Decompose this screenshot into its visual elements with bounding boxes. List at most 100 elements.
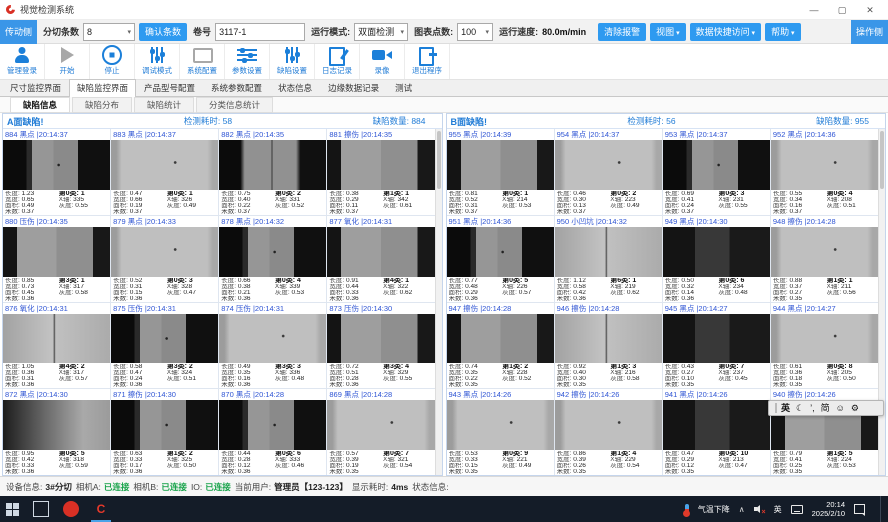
defect-cell[interactable]: 943 黑点 |20:14:26 长度: 0.53 宽度: 0.33 面积: 0… (447, 389, 554, 475)
defect-image[interactable] (555, 227, 662, 277)
defect-image[interactable] (219, 314, 326, 364)
maximize-button[interactable]: ▢ (828, 1, 856, 19)
defect-cell[interactable]: 880 压伤 |20:14:35 长度: 0.85 宽度: 0.73 面积: 0… (3, 216, 110, 302)
defect-image[interactable] (111, 314, 218, 364)
defect-cell[interactable]: 883 黑点 |20:14:37 长度: 0.47 宽度: 0.66 面积: 0… (111, 129, 218, 215)
defect-cell[interactable]: 955 黑点 |20:14:39 长度: 0.81 宽度: 0.52 面积: 0… (447, 129, 554, 215)
sub-tab[interactable]: 缺陷统计 (134, 97, 194, 113)
defect-cell[interactable]: 874 压伤 |20:14:31 长度: 0.49 宽度: 0.35 面积: 0… (219, 303, 326, 389)
defect-image[interactable] (447, 400, 554, 450)
show-desktop-button[interactable] (880, 496, 884, 522)
ime-settings-button[interactable]: ⚙ (851, 401, 859, 415)
defect-image[interactable] (219, 400, 326, 450)
defect-cell[interactable]: 941 黑点 |20:14:26 长度: 0.47 宽度: 0.29 面积: 0… (663, 389, 770, 475)
input-language-indicator[interactable]: 英 (774, 504, 782, 515)
taskbar-active-app-icon[interactable]: C (93, 501, 109, 517)
main-tab[interactable]: 边缘数据记录 (320, 79, 387, 96)
ime-halfwidth-toggle[interactable]: ☾ (796, 401, 804, 415)
ime-drag-handle[interactable] (775, 403, 777, 413)
action-button[interactable]: 日志记录 (315, 44, 360, 79)
defect-image[interactable] (327, 227, 434, 277)
defect-image[interactable] (219, 227, 326, 277)
defect-cell[interactable]: 869 黑点 |20:14:28 长度: 0.57 宽度: 0.39 面积: 0… (327, 389, 434, 475)
main-tab[interactable]: 尺寸监控界面 (2, 79, 69, 96)
sub-tab[interactable]: 缺陷分布 (72, 97, 132, 113)
defect-cell[interactable]: 871 擦伤 |20:14:30 长度: 0.63 宽度: 0.33 面积: 0… (111, 389, 218, 475)
close-button[interactable]: ✕ (856, 1, 884, 19)
panel-a-scrollbar[interactable] (435, 129, 442, 475)
defect-cell[interactable]: 953 黑点 |20:14:37 长度: 0.69 宽度: 0.41 面积: 0… (663, 129, 770, 215)
defect-cell[interactable]: 875 压伤 |20:14:31 长度: 0.58 宽度: 0.47 面积: 0… (111, 303, 218, 389)
data-quick-access-menu-button[interactable]: 数据快捷访问 (690, 23, 761, 41)
start-button[interactable] (6, 503, 19, 516)
ime-punctuation-toggle[interactable]: ’, (810, 401, 815, 415)
defect-cell[interactable]: 944 黑点 |20:14:27 长度: 0.61 宽度: 0.36 面积: 0… (771, 303, 878, 389)
weather-text[interactable]: 气温下降 (698, 504, 730, 515)
main-tab[interactable]: 状态信息 (270, 79, 320, 96)
help-menu-button[interactable]: 帮助 (765, 23, 800, 41)
keyboard-icon[interactable] (791, 505, 803, 514)
thermometer-icon[interactable] (685, 504, 689, 515)
defect-cell[interactable]: 878 黑点 |20:14:32 长度: 0.66 宽度: 0.38 面积: 0… (219, 216, 326, 302)
defect-cell[interactable]: 945 黑点 |20:14:27 长度: 0.43 宽度: 0.27 面积: 0… (663, 303, 770, 389)
defect-image[interactable] (327, 314, 434, 364)
defect-cell[interactable]: 884 黑点 |20:14:37 长度: 1.23 宽度: 0.65 面积: 0… (3, 129, 110, 215)
panel-b-scrollbar[interactable] (878, 129, 885, 475)
defect-cell[interactable]: 954 黑点 |20:14:37 长度: 0.46 宽度: 0.30 面积: 0… (555, 129, 662, 215)
ime-lang-toggle[interactable]: 英 (781, 401, 790, 415)
defect-cell[interactable]: 948 擦伤 |20:14:28 长度: 0.88 宽度: 0.37 面积: 0… (771, 216, 878, 302)
defect-image[interactable] (447, 140, 554, 190)
panel-a-scrollbar-thumb[interactable] (437, 131, 441, 189)
defect-image[interactable] (327, 400, 434, 450)
main-tab[interactable]: 测试 (387, 79, 420, 96)
minimize-button[interactable]: — (800, 1, 828, 19)
action-button[interactable]: 录像 (360, 44, 405, 79)
action-button[interactable]: 开始 (45, 44, 90, 79)
ime-emoji-button[interactable]: ☺ (836, 401, 845, 415)
chart-points-select[interactable]: 100 (457, 23, 493, 41)
defect-image[interactable] (771, 227, 878, 277)
operator-side-button[interactable]: 操作侧 (851, 20, 888, 44)
defect-image[interactable] (447, 227, 554, 277)
taskbar-app-red-icon[interactable] (63, 501, 79, 517)
defect-image[interactable] (663, 314, 770, 364)
defect-image[interactable] (3, 314, 110, 364)
ime-simplified-toggle[interactable]: 简 (821, 401, 830, 415)
defect-cell[interactable]: 877 氧化 |20:14:31 长度: 0.91 宽度: 0.44 面积: 0… (327, 216, 434, 302)
sub-tab[interactable]: 缺陷信息 (10, 97, 70, 113)
defect-cell[interactable]: 873 压伤 |20:14:30 长度: 0.72 宽度: 0.51 面积: 0… (327, 303, 434, 389)
defect-image[interactable] (327, 140, 434, 190)
action-button[interactable]: 管理登录 (0, 44, 45, 79)
action-button[interactable]: 参数设置 (225, 44, 270, 79)
volume-muted-icon[interactable]: × (754, 504, 765, 514)
defect-cell[interactable]: 947 擦伤 |20:14:28 长度: 0.74 宽度: 0.35 面积: 0… (447, 303, 554, 389)
defect-cell[interactable]: 872 黑点 |20:14:30 长度: 0.95 宽度: 0.42 面积: 0… (3, 389, 110, 475)
view-menu-button[interactable]: 视图 (650, 23, 685, 41)
defect-image[interactable] (771, 140, 878, 190)
main-tab[interactable]: 系统参数配置 (203, 79, 270, 96)
defect-image[interactable] (3, 227, 110, 277)
defect-cell[interactable]: 881 擦伤 |20:14:35 长度: 0.38 宽度: 0.29 面积: 0… (327, 129, 434, 215)
defect-cell[interactable]: 952 黑点 |20:14:36 长度: 0.55 宽度: 0.34 面积: 0… (771, 129, 878, 215)
defect-cell[interactable]: 946 擦伤 |20:14:28 长度: 0.92 宽度: 0.40 面积: 0… (555, 303, 662, 389)
action-button[interactable]: 停止 (90, 44, 135, 79)
defect-image[interactable] (555, 314, 662, 364)
panel-b-scrollbar-thumb[interactable] (880, 131, 884, 189)
defect-image[interactable] (663, 400, 770, 450)
defect-cell[interactable]: 870 黑点 |20:14:28 长度: 0.44 宽度: 0.28 面积: 0… (219, 389, 326, 475)
action-center-icon[interactable] (854, 504, 865, 514)
action-button[interactable]: 退出程序 (405, 44, 450, 79)
slit-count-select[interactable]: 8 (83, 23, 135, 41)
defect-image[interactable] (663, 140, 770, 190)
action-button[interactable]: 系统配置 (180, 44, 225, 79)
defect-image[interactable] (555, 400, 662, 450)
main-tab[interactable]: 产品型号配置 (136, 79, 203, 96)
defect-cell[interactable]: 951 黑点 |20:14:36 长度: 0.77 宽度: 0.48 面积: 0… (447, 216, 554, 302)
defect-cell[interactable]: 949 黑点 |20:14:30 长度: 0.50 宽度: 0.32 面积: 0… (663, 216, 770, 302)
taskbar-app-window-icon[interactable] (33, 501, 49, 517)
defect-image[interactable] (111, 227, 218, 277)
tray-expand-chevron[interactable]: ∧ (739, 505, 745, 514)
defect-cell[interactable]: 950 小凹坑 |20:14:32 长度: 1.12 宽度: 0.58 面积: … (555, 216, 662, 302)
defect-image[interactable] (447, 314, 554, 364)
defect-cell[interactable]: 876 氧化 |20:14:31 长度: 1.05 宽度: 0.36 面积: 0… (3, 303, 110, 389)
